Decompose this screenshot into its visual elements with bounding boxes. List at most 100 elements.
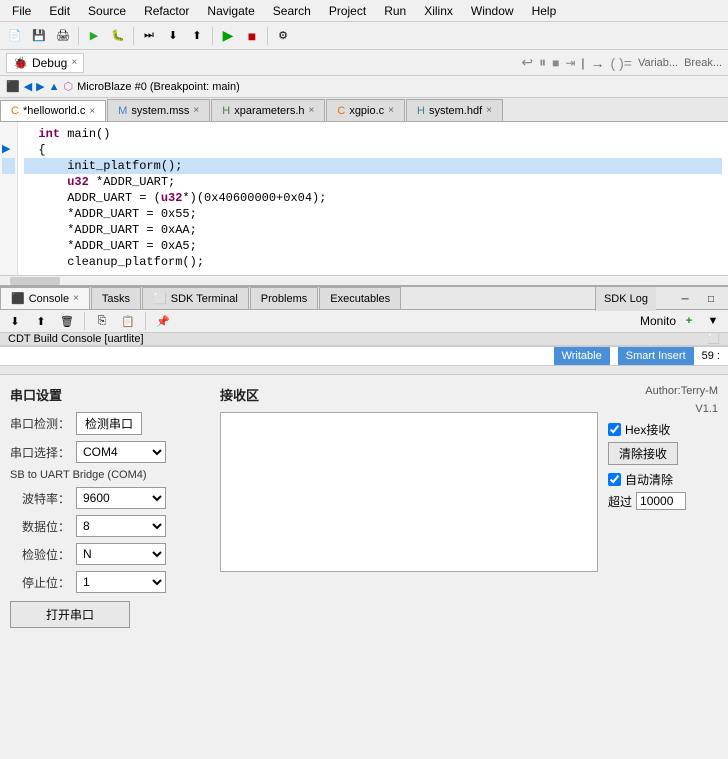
run-btn[interactable]: ▶	[83, 25, 105, 47]
data-bits-select[interactable]: 8	[76, 515, 166, 537]
nav-up-btn[interactable]: ▲	[49, 81, 60, 93]
console-icon: ⬛	[11, 292, 25, 305]
limit-label: 超过	[608, 493, 632, 510]
port-select[interactable]: COM4	[76, 441, 166, 463]
menu-refactor[interactable]: Refactor	[136, 2, 197, 20]
panel-toolbar: ⬇ ⬆ 🗑 ⎘ 📋 📌 Monito + ▼	[0, 310, 728, 333]
tab-system-hdf[interactable]: H system.hdf ×	[406, 99, 503, 121]
recv-textarea[interactable]	[220, 412, 598, 572]
menu-source[interactable]: Source	[80, 2, 134, 20]
tab-console[interactable]: ⬛ Console ×	[0, 287, 90, 309]
paste-btn[interactable]: 📋	[117, 310, 139, 332]
tab-sdk-terminal[interactable]: ⬜ SDK Terminal	[142, 287, 249, 309]
scroll-down-btn[interactable]: ⬇	[4, 310, 26, 332]
tab-close-4[interactable]: ×	[486, 105, 492, 116]
resume-btn[interactable]: ▶	[217, 25, 239, 47]
tab-xgpio[interactable]: C xgpio.c ×	[326, 99, 405, 121]
menu-file[interactable]: File	[4, 2, 39, 20]
debug-right-panels: ↩ ⏸ ■ ⇥ | → ( )= Variab... Break...	[521, 54, 722, 71]
tab-label-3: xgpio.c	[349, 105, 384, 117]
sep3	[212, 27, 213, 45]
serial-settings: 串口设置 串口检测： 检测串口 串口选择： COM4 SB to UART Br…	[10, 385, 210, 628]
menu-project[interactable]: Project	[321, 2, 374, 20]
extern-tool-btn[interactable]: ⚙	[272, 25, 294, 47]
tab-system-mss[interactable]: M system.mss ×	[107, 99, 210, 121]
debug-tab[interactable]: 🐞 Debug ×	[6, 53, 84, 73]
tab-problems[interactable]: Problems	[250, 287, 318, 309]
debug-tab-close[interactable]: ×	[71, 57, 77, 68]
tab-close-3[interactable]: ×	[388, 105, 394, 116]
gutter-line-1	[2, 126, 15, 142]
copy-btn[interactable]: ⎘	[91, 310, 113, 332]
menu-search[interactable]: Search	[265, 2, 319, 20]
breakpoints-tab-label[interactable]: Break...	[684, 57, 722, 69]
collapse-icon: ⬜	[708, 334, 720, 345]
hex-recv-label: Hex接收	[625, 421, 670, 438]
step-over-btn[interactable]: ⏭	[138, 25, 160, 47]
position-label: 59 :	[702, 350, 720, 362]
hex-recv-checkbox[interactable]	[608, 423, 621, 436]
h-scrollbar[interactable]	[0, 275, 728, 285]
baud-select[interactable]: 9600	[76, 487, 166, 509]
code-line-7: *ADDR_UART = 0x55;	[24, 206, 722, 222]
scroll-up-btn[interactable]: ⬆	[30, 310, 52, 332]
check-select[interactable]: N	[76, 543, 166, 565]
debug-btn[interactable]: 🐛	[107, 25, 129, 47]
step-into-btn[interactable]: ⬇	[162, 25, 184, 47]
step-icon: →	[591, 55, 605, 71]
microblaze-icon: ⬡	[64, 80, 74, 93]
variables-tab-label[interactable]: Variab...	[638, 57, 678, 69]
tab-xparameters[interactable]: H xparameters.h ×	[211, 99, 325, 121]
gutter-line-4	[2, 174, 15, 190]
nav-back-btn[interactable]: ◀	[24, 80, 32, 93]
sep4	[267, 27, 268, 45]
tab-close-2[interactable]: ×	[309, 105, 315, 116]
tab-close-0[interactable]: ×	[89, 106, 95, 117]
tab-label-0: *helloworld.c	[23, 105, 85, 117]
clear-recv-btn[interactable]: 清除接收	[608, 442, 678, 465]
auto-clear-checkbox[interactable]	[608, 473, 621, 486]
author-info: Author:Terry-M	[608, 385, 718, 397]
pin-btn[interactable]: 📌	[152, 310, 174, 332]
menu-run[interactable]: Run	[376, 2, 414, 20]
clear-console-btn[interactable]: 🗑	[56, 310, 78, 332]
add-monitor-btn[interactable]: +	[678, 310, 700, 332]
code-line-3: init_platform();	[24, 158, 722, 174]
sdk-log-tab[interactable]: SDK Log	[595, 287, 656, 311]
tab-close-1[interactable]: ×	[193, 105, 199, 116]
menu-edit[interactable]: Edit	[41, 2, 78, 20]
check-label: 检验位：	[10, 546, 70, 563]
stop-btn[interactable]: ■	[241, 25, 263, 47]
tab-icon-3: C	[337, 105, 345, 117]
panel-menu-btn[interactable]: ▼	[702, 310, 724, 332]
minimize-panel-btn[interactable]: ─	[674, 288, 696, 310]
debug-tab-label: Debug	[32, 56, 67, 70]
h-scrollbar-thumb	[10, 277, 60, 285]
detect-btn[interactable]: 检测串口	[76, 412, 142, 435]
step-out-btn[interactable]: ⬆	[186, 25, 208, 47]
panel-h-scrollbar[interactable]	[0, 365, 728, 374]
menu-navigate[interactable]: Navigate	[199, 2, 262, 20]
tab-executables[interactable]: Executables	[319, 287, 401, 309]
maximize-panel-btn[interactable]: □	[700, 288, 722, 310]
open-port-btn[interactable]: 打开串口	[10, 601, 130, 628]
limit-row: 超过	[608, 492, 718, 510]
nav-expand-btn[interactable]: ▶	[36, 80, 44, 93]
tab-label-4: system.hdf	[429, 105, 482, 117]
code-content[interactable]: int main() { init_platform(); u32 *ADDR_…	[18, 122, 728, 285]
new-btn[interactable]: 📄	[4, 25, 26, 47]
print-btn[interactable]: 🖨	[52, 25, 74, 47]
menu-help[interactable]: Help	[524, 2, 565, 20]
sep1	[78, 27, 79, 45]
tab-console-close[interactable]: ×	[73, 293, 79, 304]
limit-input[interactable]	[636, 492, 686, 510]
menu-window[interactable]: Window	[463, 2, 522, 20]
save-btn[interactable]: 💾	[28, 25, 50, 47]
tab-label-2: xparameters.h	[234, 105, 304, 117]
stop-select[interactable]: 1	[76, 571, 166, 593]
tab-helloworld[interactable]: C *helloworld.c ×	[0, 100, 106, 122]
tab-tasks[interactable]: Tasks	[91, 287, 141, 309]
menu-xilinx[interactable]: Xilinx	[416, 2, 461, 20]
gutter-line-8	[2, 238, 15, 254]
stop-debug-icon: ■	[552, 56, 559, 70]
